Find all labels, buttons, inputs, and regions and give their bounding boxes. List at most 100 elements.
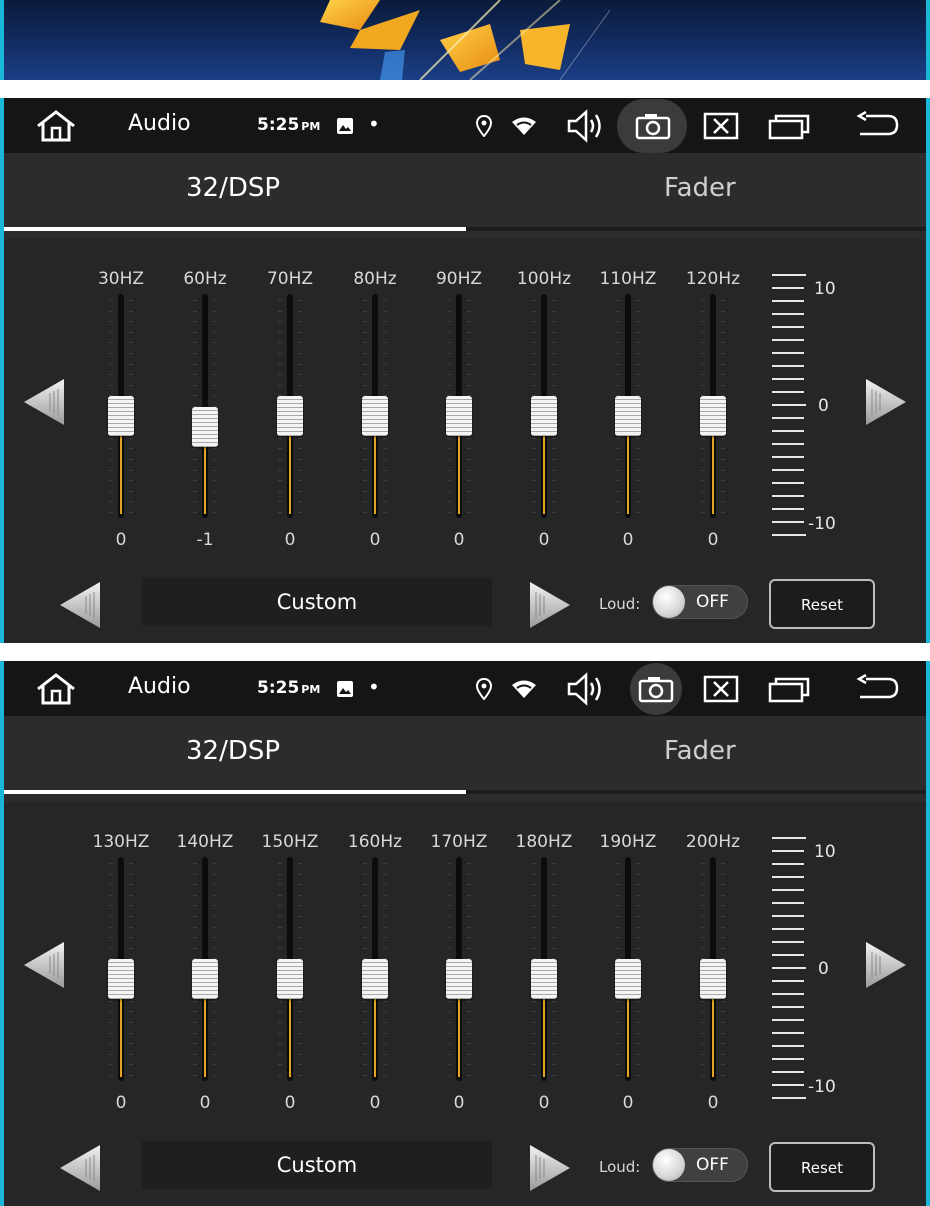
slider-tick (467, 363, 471, 365)
prev-preset-arrow[interactable] (58, 1143, 102, 1193)
slider-tick (129, 1022, 133, 1023)
slider-tick (278, 1022, 282, 1023)
band-slider-thumb[interactable] (192, 407, 218, 448)
slider-tick (447, 1064, 451, 1066)
slider-tick (701, 490, 705, 492)
slider-tick (532, 480, 536, 482)
prev-preset-arrow[interactable] (58, 580, 102, 630)
next-preset-arrow[interactable] (528, 580, 572, 630)
band-slider-thumb[interactable] (277, 959, 303, 999)
prev-bands-arrow[interactable] (22, 940, 66, 990)
slider-tick (383, 331, 387, 333)
recent-apps-icon[interactable] (768, 112, 812, 140)
slider-tick (532, 947, 536, 949)
band-slider-thumb[interactable] (108, 959, 134, 999)
slider-tick (467, 384, 471, 386)
slider-tick (363, 926, 367, 928)
band-slider-thumb[interactable] (700, 396, 726, 436)
slider-tick (701, 448, 705, 450)
band-slider-thumb[interactable] (531, 396, 557, 436)
camera-icon[interactable] (638, 675, 674, 703)
home-icon[interactable] (34, 672, 78, 706)
recent-apps-icon[interactable] (768, 675, 812, 703)
volume-icon[interactable] (566, 672, 606, 706)
slider-tick (193, 512, 197, 513)
band-slider-thumb[interactable] (277, 396, 303, 436)
loud-toggle[interactable]: OFF (652, 1148, 748, 1182)
band-slider-thumb[interactable] (531, 959, 557, 999)
tab-dsp[interactable]: 32/DSP (186, 173, 280, 203)
eq-panel-1: Audio 5:25 PM • 32/DSP Fader 30HZ 0 60Hz… (0, 98, 930, 643)
slider-tick (278, 310, 282, 312)
loud-state: OFF (696, 1155, 729, 1175)
reset-button[interactable]: Reset (769, 579, 875, 629)
slider-tick (278, 894, 282, 896)
slider-tick (213, 1043, 217, 1045)
slider-tick (616, 469, 620, 471)
camera-icon[interactable] (635, 112, 671, 140)
slider-tick (552, 512, 556, 513)
band-value-label: 0 (284, 1093, 296, 1113)
slider-tick (636, 1022, 640, 1023)
slider-tick (383, 490, 387, 492)
slider-tick (701, 300, 705, 301)
reset-button[interactable]: Reset (769, 1142, 875, 1192)
band-slider-thumb[interactable] (362, 959, 388, 999)
slider-tick (532, 863, 536, 864)
clock: 5:25 PM (257, 115, 321, 135)
close-window-icon[interactable] (703, 675, 739, 703)
slider-tick (213, 926, 217, 928)
back-icon[interactable] (856, 674, 900, 704)
loud-toggle[interactable]: OFF (652, 585, 748, 619)
scale-tick (772, 404, 806, 406)
band-slider-track[interactable] (202, 294, 208, 518)
slider-tick (298, 384, 302, 386)
tab-fader[interactable]: Fader (664, 736, 736, 766)
prev-bands-arrow[interactable] (22, 377, 66, 427)
slider-tick (721, 331, 725, 333)
slider-tick (616, 300, 620, 301)
slider-tick (383, 1022, 387, 1023)
tab-dsp[interactable]: 32/DSP (186, 736, 280, 766)
slider-tick (109, 448, 113, 450)
band-slider-thumb[interactable] (615, 396, 641, 436)
band-value-label: 0 (707, 530, 719, 550)
home-icon[interactable] (34, 109, 78, 143)
slider-tick (532, 501, 536, 503)
slider-tick (129, 916, 133, 917)
slider-tick (213, 1064, 217, 1066)
band-slider-thumb[interactable] (700, 959, 726, 999)
slider-tick (636, 363, 640, 365)
close-window-icon[interactable] (703, 112, 739, 140)
volume-icon[interactable] (566, 109, 606, 143)
scale-tick (772, 1032, 804, 1034)
band-slider-thumb[interactable] (446, 396, 472, 436)
slider-tick (701, 1053, 705, 1055)
band-slider-thumb[interactable] (446, 959, 472, 999)
next-bands-arrow[interactable] (864, 377, 908, 427)
scale-tick (772, 915, 804, 917)
next-preset-arrow[interactable] (528, 1143, 572, 1193)
slider-tick (298, 1011, 302, 1013)
band-slider-thumb[interactable] (108, 396, 134, 436)
slider-tick (721, 469, 725, 471)
slider-tick (383, 469, 387, 471)
band-slider-thumb[interactable] (192, 959, 218, 999)
scale-mid-label: 0 (818, 959, 829, 979)
slider-tick (109, 1000, 113, 1002)
tab-fader[interactable]: Fader (664, 173, 736, 203)
band-slider-thumb[interactable] (615, 959, 641, 999)
slider-tick (278, 501, 282, 503)
scale-tick (772, 534, 806, 536)
slider-tick (213, 894, 217, 896)
slider-tick (636, 448, 640, 450)
slider-tick (129, 459, 133, 460)
slider-tick (701, 1064, 705, 1066)
slider-tick (467, 300, 471, 301)
slider-tick (363, 894, 367, 896)
back-icon[interactable] (856, 111, 900, 141)
slider-tick (193, 1022, 197, 1023)
next-bands-arrow[interactable] (864, 940, 908, 990)
band-slider-thumb[interactable] (362, 396, 388, 436)
band-frequency-label: 190HZ (599, 832, 657, 852)
